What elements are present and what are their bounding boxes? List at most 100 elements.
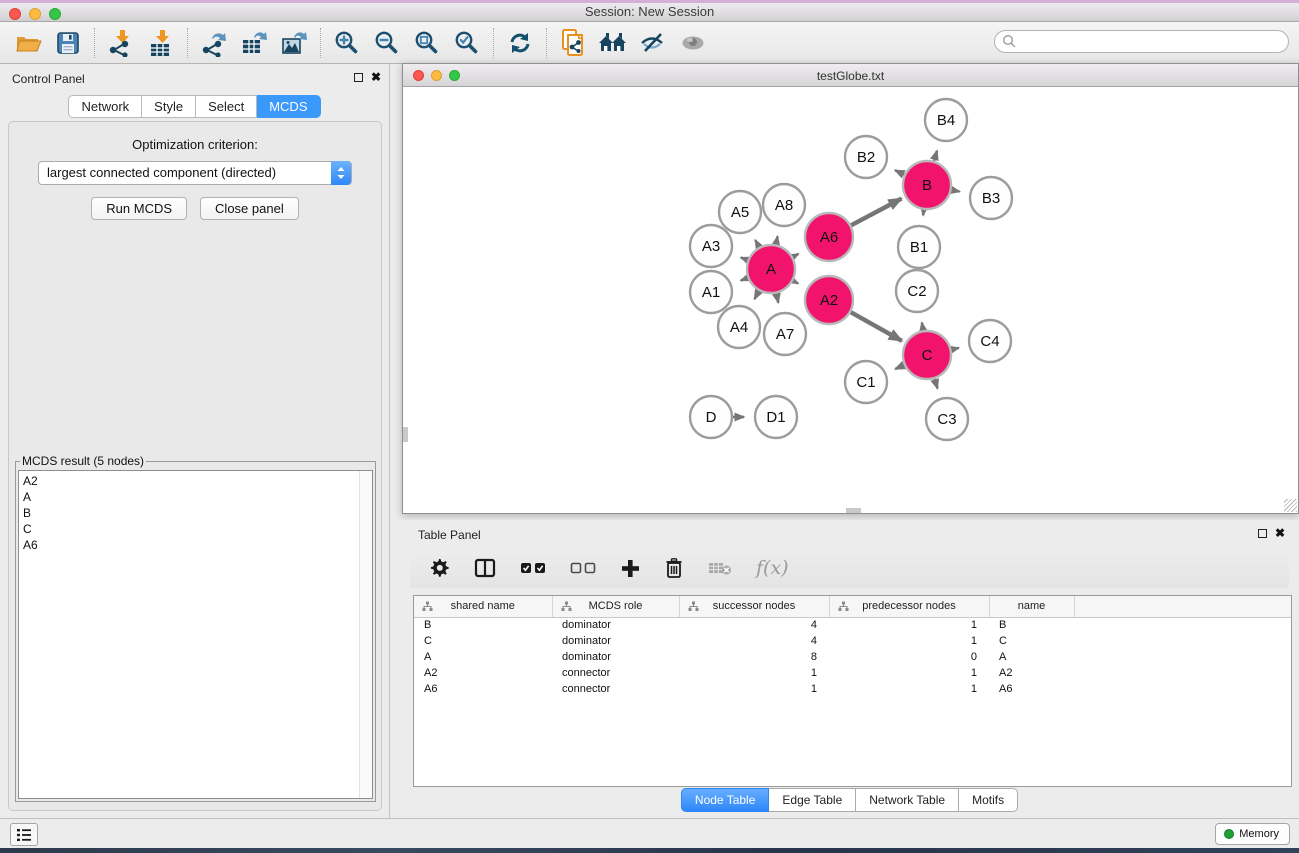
import-table-button[interactable] [141,26,181,60]
column-header-shared-name[interactable]: shared name [414,596,552,617]
optimization-dropdown[interactable]: largest connected component (directed) [38,161,352,185]
zoom-out-button[interactable] [367,26,407,60]
tab-motifs[interactable]: Motifs [959,788,1018,812]
tab-network-table[interactable]: Network Table [856,788,959,812]
table-row[interactable]: Cdominator41C [414,633,1291,649]
edge-C-C3[interactable] [935,379,938,389]
edge-B-B3[interactable] [952,190,960,192]
zoom-selected-button[interactable] [447,26,487,60]
node-B[interactable]: B [903,161,951,209]
export-image-button[interactable] [274,26,314,60]
node-D[interactable]: D [690,396,732,438]
edge-B-B1[interactable] [923,210,924,216]
node-A8[interactable]: A8 [763,184,805,226]
edge-A-A3[interactable] [741,258,748,261]
cell-shared-name[interactable]: A6 [414,681,552,697]
search-input[interactable] [1017,33,1288,51]
network-window-titlebar[interactable]: testGlobe.txt [403,64,1298,87]
cell-shared-name[interactable]: A [414,649,552,665]
column-header-predecessor-nodes[interactable]: predecessor nodes [829,596,989,617]
cell-MCDS-role[interactable]: dominator [552,633,679,649]
refresh-button[interactable] [500,26,540,60]
open-session-button[interactable] [8,26,48,60]
edge-A6-B[interactable] [851,199,901,226]
export-network-button[interactable] [194,26,234,60]
node-A3[interactable]: A3 [690,225,732,267]
node-C1[interactable]: C1 [845,361,887,403]
network-from-selection-button[interactable] [553,26,593,60]
cell-successor-nodes[interactable]: 4 [679,617,829,633]
table-row[interactable]: A2connector11A2 [414,665,1291,681]
close-table-panel-icon[interactable]: ✖ [1275,528,1285,538]
node-C3[interactable]: C3 [926,398,968,440]
result-scrollbar[interactable] [359,471,372,798]
node-B4[interactable]: B4 [925,99,967,141]
result-item[interactable]: C [23,521,372,537]
cell-name[interactable]: C [989,633,1074,649]
deselect-all-button[interactable] [570,554,596,582]
edge-B-B2[interactable] [895,170,904,174]
tab-edge-table[interactable]: Edge Table [769,788,856,812]
function-builder-button[interactable]: f(x) [756,554,789,582]
cell-successor-nodes[interactable]: 1 [679,665,829,681]
split-columns-button[interactable] [474,554,496,582]
horizontal-scrollbar-thumb[interactable] [846,508,861,513]
home-layout-button[interactable] [593,26,633,60]
column-header-successor-nodes[interactable]: successor nodes [679,596,829,617]
vertical-scrollbar-thumb[interactable] [403,427,408,442]
node-C4[interactable]: C4 [969,320,1011,362]
cell-predecessor-nodes[interactable]: 1 [829,681,989,697]
float-table-panel-icon[interactable] [1258,529,1267,538]
node-C2[interactable]: C2 [896,270,938,312]
node-D1[interactable]: D1 [755,396,797,438]
table-row[interactable]: A6connector11A6 [414,681,1291,697]
cell-name[interactable]: A2 [989,665,1074,681]
tab-network[interactable]: Network [68,95,142,118]
add-column-button[interactable] [620,554,640,582]
resize-grip[interactable] [1284,499,1297,512]
table-settings-button[interactable] [428,554,450,582]
edge-A-A5[interactable] [755,240,759,247]
cell-shared-name[interactable]: B [414,617,552,633]
cell-MCDS-role[interactable]: dominator [552,649,679,665]
node-A4[interactable]: A4 [718,306,760,348]
node-A1[interactable]: A1 [690,271,732,313]
node-B2[interactable]: B2 [845,136,887,178]
edge-C-C2[interactable] [922,323,923,331]
show-eye-button[interactable] [673,26,713,60]
result-item[interactable]: B [23,505,372,521]
edge-A-A2[interactable] [793,281,798,284]
cell-MCDS-role[interactable]: connector [552,681,679,697]
search-field[interactable] [994,30,1289,53]
cell-successor-nodes[interactable]: 8 [679,649,829,665]
task-history-button[interactable] [10,823,38,846]
edge-C-C4[interactable] [951,348,958,350]
cell-shared-name[interactable]: A2 [414,665,552,681]
cell-shared-name[interactable]: C [414,633,552,649]
cell-name[interactable]: A [989,649,1074,665]
float-panel-icon[interactable] [354,73,363,82]
run-mcds-button[interactable]: Run MCDS [91,197,187,220]
node-C[interactable]: C [903,331,951,379]
close-panel-button[interactable]: Close panel [200,197,299,220]
export-table-button[interactable] [234,26,274,60]
node-A6[interactable]: A6 [805,213,853,261]
cell-predecessor-nodes[interactable]: 0 [829,649,989,665]
edge-A-A6[interactable] [793,254,799,257]
zoom-in-button[interactable] [327,26,367,60]
column-header-name[interactable]: name [989,596,1074,617]
cell-name[interactable]: A6 [989,681,1074,697]
node-B3[interactable]: B3 [970,177,1012,219]
edge-A2-C[interactable] [851,312,902,341]
close-panel-icon[interactable]: ✖ [371,72,381,82]
result-item[interactable]: A [23,489,372,505]
import-network-button[interactable] [101,26,141,60]
tab-node-table[interactable]: Node Table [681,788,770,812]
column-header-MCDS-role[interactable]: MCDS role [552,596,679,617]
cell-MCDS-role[interactable]: connector [552,665,679,681]
node-A7[interactable]: A7 [764,313,806,355]
delete-column-button[interactable] [664,554,684,582]
memory-button[interactable]: Memory [1215,823,1290,845]
edge-C-C1[interactable] [895,365,904,369]
cell-name[interactable]: B [989,617,1074,633]
